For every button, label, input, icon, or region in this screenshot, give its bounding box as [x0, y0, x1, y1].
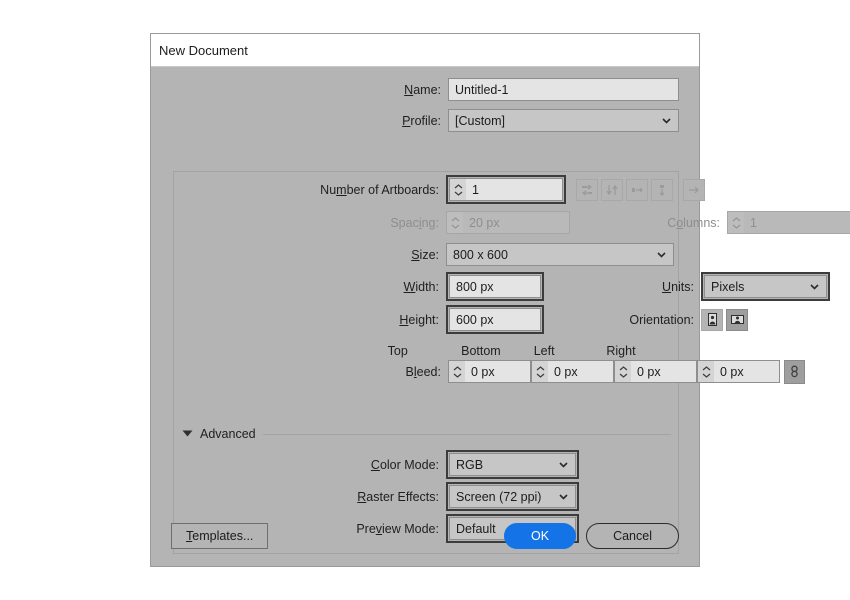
templates-button[interactable]: Templates... [171, 523, 268, 549]
profile-value: [Custom] [455, 114, 657, 128]
bleed-right-input[interactable] [714, 360, 780, 383]
spacing-value: 20 px [463, 211, 570, 234]
width-units-row: Width: Units: Pixels [151, 274, 679, 299]
size-select[interactable]: 800 x 600 [446, 243, 674, 266]
change-to-right-to-left-layout-icon[interactable] [683, 179, 705, 201]
units-select[interactable]: Pixels [704, 275, 827, 298]
bleed-left-input[interactable] [631, 360, 697, 383]
dialog-footer: Templates... OK Cancel [151, 506, 699, 566]
name-input[interactable] [448, 78, 679, 101]
raster-effects-value: Screen (72 ppi) [456, 490, 554, 504]
color-mode-row: Color Mode: RGB [151, 452, 579, 477]
artboards-row: Number of Artboards: [151, 177, 679, 202]
bleed-bottom-input[interactable] [548, 360, 614, 383]
landscape-icon[interactable] [726, 309, 748, 331]
artboards-spinner-icon[interactable] [449, 178, 466, 201]
bleed-left-stepper[interactable] [614, 360, 697, 383]
height-label: Height: [151, 313, 446, 327]
bleed-top-input[interactable] [465, 360, 531, 383]
profile-row: Profile: [Custom] [151, 108, 679, 133]
advanced-disclosure-triangle-icon[interactable] [182, 427, 193, 441]
orientation-label: Orientation: [544, 313, 701, 327]
size-value: 800 x 600 [453, 248, 652, 262]
chevron-down-icon [661, 115, 672, 126]
name-row: Name: [151, 77, 679, 102]
cancel-button-label: Cancel [613, 529, 652, 543]
ok-button[interactable]: OK [504, 523, 576, 549]
color-mode-focus-ring: RGB [446, 450, 579, 479]
portrait-icon[interactable] [701, 309, 723, 331]
ok-button-label: OK [531, 529, 549, 543]
artboards-label: Number of Artboards: [151, 183, 446, 197]
arrange-by-column-icon[interactable] [651, 179, 673, 201]
profile-select[interactable]: [Custom] [448, 109, 679, 132]
width-input[interactable] [449, 275, 541, 298]
dialog-titlebar: New Document [151, 34, 699, 67]
advanced-header[interactable]: Advanced [182, 427, 679, 441]
advanced-divider [263, 434, 671, 435]
grid-by-row-icon[interactable] [576, 179, 598, 201]
width-focus-ring [446, 272, 544, 301]
cancel-button[interactable]: Cancel [586, 523, 679, 549]
width-label: Width: [151, 280, 446, 294]
units-focus-ring: Pixels [701, 272, 830, 301]
bleed-header-top: Top [388, 344, 461, 360]
raster-effects-select[interactable]: Screen (72 ppi) [449, 485, 576, 508]
bleed-right-spinner-icon[interactable] [697, 360, 714, 383]
bleed-bottom-stepper[interactable] [531, 360, 614, 383]
size-row: Size: 800 x 600 [151, 242, 674, 267]
chevron-down-icon [656, 249, 667, 260]
units-label: Units: [544, 280, 701, 294]
bleed-header-right: Right [606, 344, 679, 360]
bleed-header-bottom: Bottom [461, 344, 534, 360]
arrange-by-row-icon[interactable] [626, 179, 648, 201]
artboards-stepper[interactable] [449, 178, 563, 201]
height-input[interactable] [449, 308, 541, 331]
new-document-dialog: New Document Name: Profile: [Custom] Num… [150, 33, 700, 567]
dialog-title: New Document [159, 43, 248, 58]
templates-button-label: Templates... [186, 529, 253, 543]
bleed-bottom-spinner-icon[interactable] [531, 360, 548, 383]
bleed-top-stepper[interactable] [448, 360, 531, 383]
columns-spinner-icon [727, 211, 744, 234]
artboards-input[interactable] [466, 178, 563, 201]
dialog-body: Name: Profile: [Custom] Number of Artboa… [151, 67, 699, 566]
chevron-down-icon [809, 281, 820, 292]
chevron-down-icon [558, 491, 569, 502]
chevron-down-icon [558, 459, 569, 470]
color-mode-label: Color Mode: [151, 458, 446, 472]
grid-by-column-icon[interactable] [601, 179, 623, 201]
profile-label: Profile: [151, 114, 448, 128]
bleed-top-spinner-icon[interactable] [448, 360, 465, 383]
columns-label: Columns: [570, 216, 727, 230]
raster-effects-label: Raster Effects: [151, 490, 446, 504]
spacing-columns-row: Spacing: 20 px Columns: 1 [151, 210, 679, 235]
columns-stepper: 1 [727, 211, 850, 234]
link-bleeds-icon[interactable] [784, 360, 805, 384]
columns-value: 1 [744, 211, 850, 234]
bleed-header-left: Left [534, 344, 607, 360]
size-label: Size: [151, 248, 446, 262]
spacing-stepper: 20 px [446, 211, 570, 234]
spacing-spinner-icon [446, 211, 463, 234]
height-orientation-row: Height: Orientation: [151, 307, 679, 332]
bleed-label: Bleed: [151, 365, 448, 379]
color-mode-select[interactable]: RGB [449, 453, 576, 476]
bleed-headers: Top Bottom Left Right [151, 344, 679, 360]
color-mode-value: RGB [456, 458, 554, 472]
spacing-label: Spacing: [151, 216, 446, 230]
bleed-right-stepper[interactable] [697, 360, 780, 383]
artboards-focus-ring [446, 175, 566, 204]
height-focus-ring [446, 305, 544, 334]
bleed-row: Bleed: [151, 359, 679, 384]
units-value: Pixels [711, 280, 805, 294]
name-label: Name: [151, 83, 448, 97]
bleed-left-spinner-icon[interactable] [614, 360, 631, 383]
advanced-label: Advanced [200, 427, 256, 441]
